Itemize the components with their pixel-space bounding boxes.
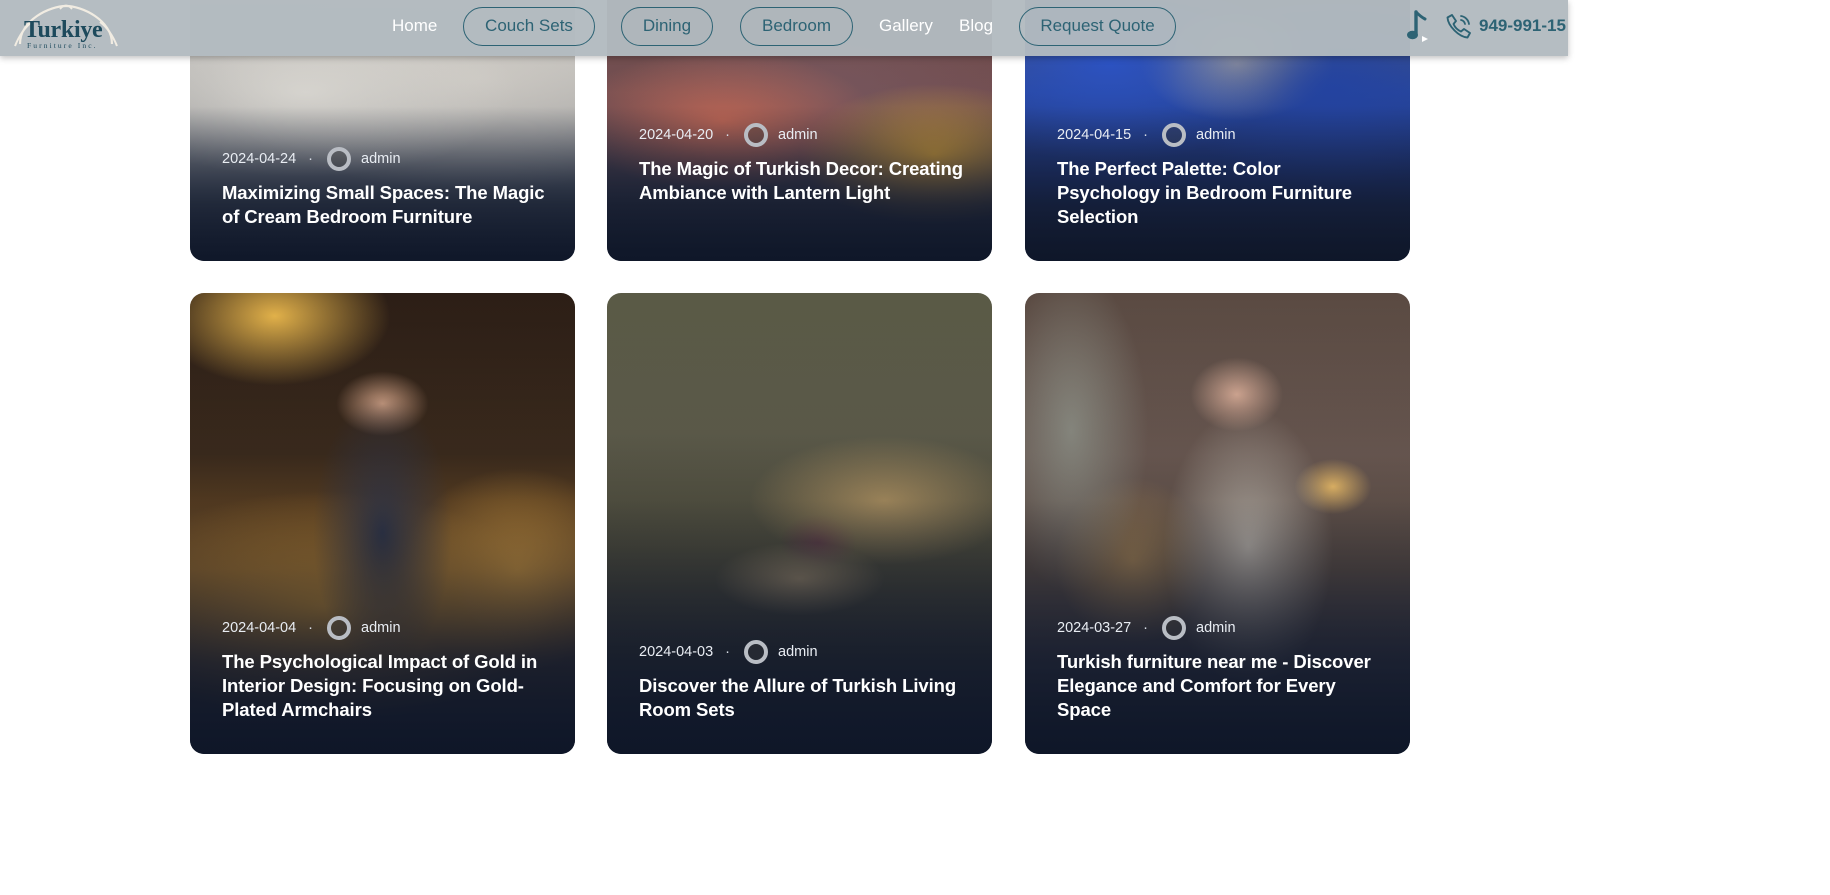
post-title[interactable]: Maximizing Small Spaces: The Magic of Cr… <box>222 181 552 229</box>
site-logo[interactable]: Turkiye Furniture Inc. <box>10 2 122 52</box>
phone-number-link[interactable]: 949-991-15 <box>1479 15 1566 37</box>
nav-home[interactable]: Home <box>392 15 437 37</box>
post-date: 2024-03-27 <box>1057 620 1132 636</box>
post-author[interactable]: admin <box>1196 619 1236 637</box>
post-date: 2024-04-04 <box>222 620 297 636</box>
meta-separator: · <box>308 151 314 167</box>
post-meta: 2024-04-15 · admin <box>1057 123 1236 147</box>
author-avatar <box>744 640 769 664</box>
post-date: 2024-04-24 <box>222 151 297 167</box>
author-avatar <box>744 123 769 147</box>
nav-dining[interactable]: Dining <box>621 7 713 46</box>
meta-separator: · <box>1143 127 1149 143</box>
site-header: Turkiye Furniture Inc. Home Couch Sets D… <box>0 0 1568 56</box>
post-meta: 2024-04-20 · admin <box>639 123 818 147</box>
post-title[interactable]: Discover the Allure of Turkish Living Ro… <box>639 674 969 722</box>
post-title[interactable]: Turkish furniture near me - Discover Ele… <box>1057 650 1387 722</box>
meta-separator: · <box>725 127 731 143</box>
post-title[interactable]: The Perfect Palette: Color Psychology in… <box>1057 157 1387 229</box>
post-author[interactable]: admin <box>1196 126 1236 144</box>
post-title[interactable]: The Psychological Impact of Gold in Inte… <box>222 650 552 722</box>
post-title[interactable]: The Magic of Turkish Decor: Creating Amb… <box>639 157 969 205</box>
phone-icon[interactable] <box>1445 12 1473 40</box>
nav-gallery[interactable]: Gallery <box>879 15 933 37</box>
post-author[interactable]: admin <box>778 126 818 144</box>
post-author[interactable]: admin <box>361 619 401 637</box>
nav-bedroom[interactable]: Bedroom <box>740 7 853 46</box>
author-avatar <box>1162 123 1187 147</box>
nav-couch-sets[interactable]: Couch Sets <box>463 7 595 46</box>
post-meta: 2024-03-27 · admin <box>1057 616 1236 640</box>
blog-card[interactable]: 2024-03-27 · admin Turkish furniture nea… <box>1025 293 1410 754</box>
blog-card[interactable]: 2024-04-04 · admin The Psychological Imp… <box>190 293 575 754</box>
logo-subtitle: Furniture Inc. <box>27 41 98 50</box>
meta-separator: · <box>1143 620 1149 636</box>
logo-wordmark: Turkiye <box>24 17 103 43</box>
post-date: 2024-04-20 <box>639 127 714 143</box>
post-meta: 2024-04-03 · admin <box>639 640 818 664</box>
post-date: 2024-04-03 <box>639 644 714 660</box>
post-meta: 2024-04-04 · admin <box>222 616 401 640</box>
post-meta: 2024-04-24 · admin <box>222 147 401 171</box>
blog-card[interactable]: 2024-04-03 · admin Discover the Allure o… <box>607 293 992 754</box>
meta-separator: · <box>308 620 314 636</box>
post-date: 2024-04-15 <box>1057 127 1132 143</box>
author-avatar <box>327 616 352 640</box>
request-quote-button[interactable]: Request Quote <box>1019 7 1176 46</box>
meta-separator: · <box>725 644 731 660</box>
music-note-icon[interactable] <box>1406 10 1432 42</box>
post-author[interactable]: admin <box>778 643 818 661</box>
post-author[interactable]: admin <box>361 150 401 168</box>
author-avatar <box>1162 616 1187 640</box>
nav-blog[interactable]: Blog <box>959 15 993 37</box>
author-avatar <box>327 147 352 171</box>
